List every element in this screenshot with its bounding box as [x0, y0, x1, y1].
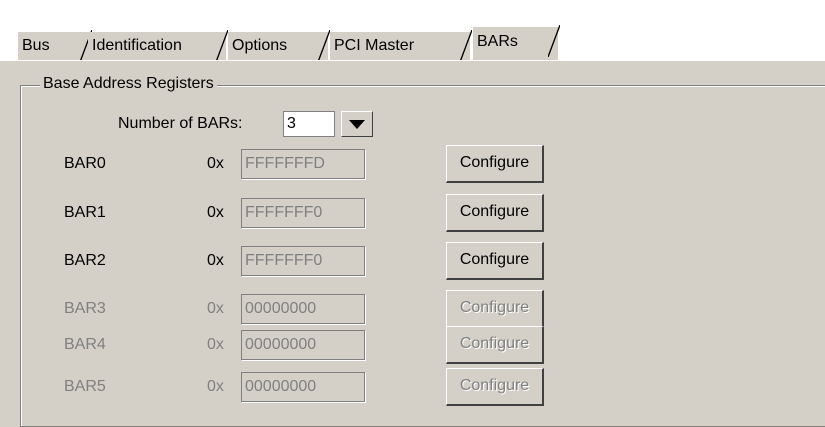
tab-bus[interactable]: Bus — [18, 30, 92, 62]
tab-options[interactable]: Options — [228, 30, 330, 62]
number-of-bars-dropdown[interactable]: 3 — [283, 111, 373, 139]
tab-strip: Bus Identification Options PCI Master BA… — [0, 0, 825, 62]
bars-tab-panel: Base Address Registers Number of BARs: 3… — [0, 60, 825, 427]
configure-button-bar3[interactable]: Configure — [446, 290, 544, 328]
hex-prefix: 0x — [207, 204, 224, 221]
hex-prefix: 0x — [207, 300, 224, 317]
bar-row-bar2: BAR2 0x FFFFFFF0 Configure — [0, 242, 825, 280]
hex-prefix: 0x — [207, 252, 224, 269]
tab-label: Identification — [92, 37, 182, 54]
hex-prefix: 0x — [207, 378, 224, 395]
configure-button-bar2[interactable]: Configure — [446, 242, 544, 280]
tab-identification[interactable]: Identification — [88, 30, 228, 62]
tab-label: Bus — [22, 37, 50, 54]
bar-row-bar5: BAR5 0x 00000000 Configure — [0, 368, 825, 406]
bar-value-field: FFFFFFF0 — [241, 198, 365, 228]
bar-value-field: 00000000 — [241, 294, 365, 324]
bar-value-field: 00000000 — [241, 372, 365, 402]
bar-row-bar0: BAR0 0x FFFFFFFD Configure — [0, 145, 825, 183]
bar-value-field: FFFFFFFD — [241, 149, 365, 179]
bar-name: BAR5 — [64, 378, 106, 395]
bar-row-bar4: BAR4 0x 00000000 Configure — [0, 326, 825, 364]
configure-button-bar4[interactable]: Configure — [446, 326, 544, 364]
bar-name: BAR3 — [64, 300, 106, 317]
bar-row-bar3: BAR3 0x 00000000 Configure — [0, 290, 825, 328]
bar-name: BAR4 — [64, 336, 106, 353]
tab-pci-master[interactable]: PCI Master — [330, 30, 472, 62]
tab-label: PCI Master — [334, 37, 415, 54]
tab-label: Options — [232, 37, 288, 54]
tab-label: BARs — [477, 33, 518, 50]
tab-bars[interactable]: BARs — [472, 25, 560, 60]
configure-button-bar5[interactable]: Configure — [446, 368, 544, 406]
bar-name: BAR1 — [64, 204, 106, 221]
number-of-bars-label: Number of BARs: — [118, 115, 243, 132]
configure-button-bar0[interactable]: Configure — [446, 145, 544, 183]
group-title: Base Address Registers — [40, 75, 217, 93]
bar-value-field: 00000000 — [241, 330, 365, 360]
hex-prefix: 0x — [207, 155, 224, 172]
bar-value-field: FFFFFFF0 — [241, 246, 365, 276]
bar-name: BAR2 — [64, 252, 106, 269]
hex-prefix: 0x — [207, 336, 224, 353]
configure-button-bar1[interactable]: Configure — [446, 194, 544, 232]
chevron-down-icon[interactable] — [341, 111, 373, 137]
bar-row-bar1: BAR1 0x FFFFFFF0 Configure — [0, 194, 825, 232]
bar-name: BAR0 — [64, 155, 106, 172]
number-of-bars-value[interactable]: 3 — [283, 111, 335, 137]
